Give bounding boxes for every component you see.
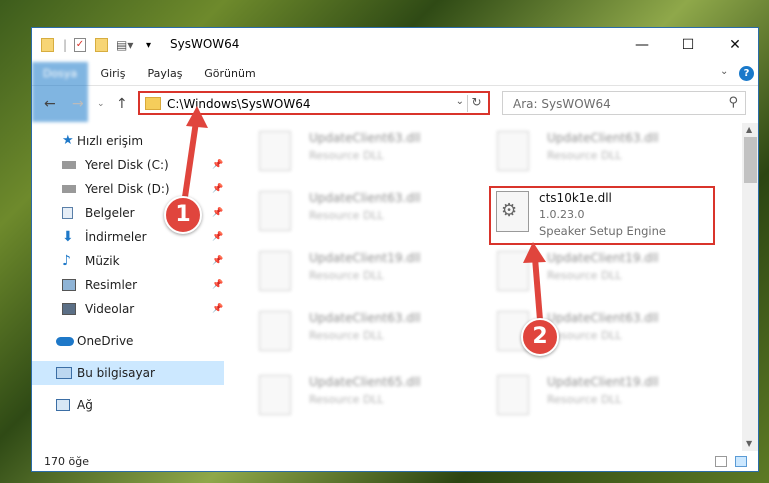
annotation-arrows	[182, 106, 546, 321]
step-marker-2: 2	[521, 318, 559, 356]
arrow-1-shaft	[182, 121, 199, 198]
arrow-1-head	[186, 106, 208, 128]
step-marker-1: 1	[164, 196, 202, 234]
arrow-2-shaft	[532, 257, 543, 321]
arrow-2-head	[523, 242, 546, 263]
